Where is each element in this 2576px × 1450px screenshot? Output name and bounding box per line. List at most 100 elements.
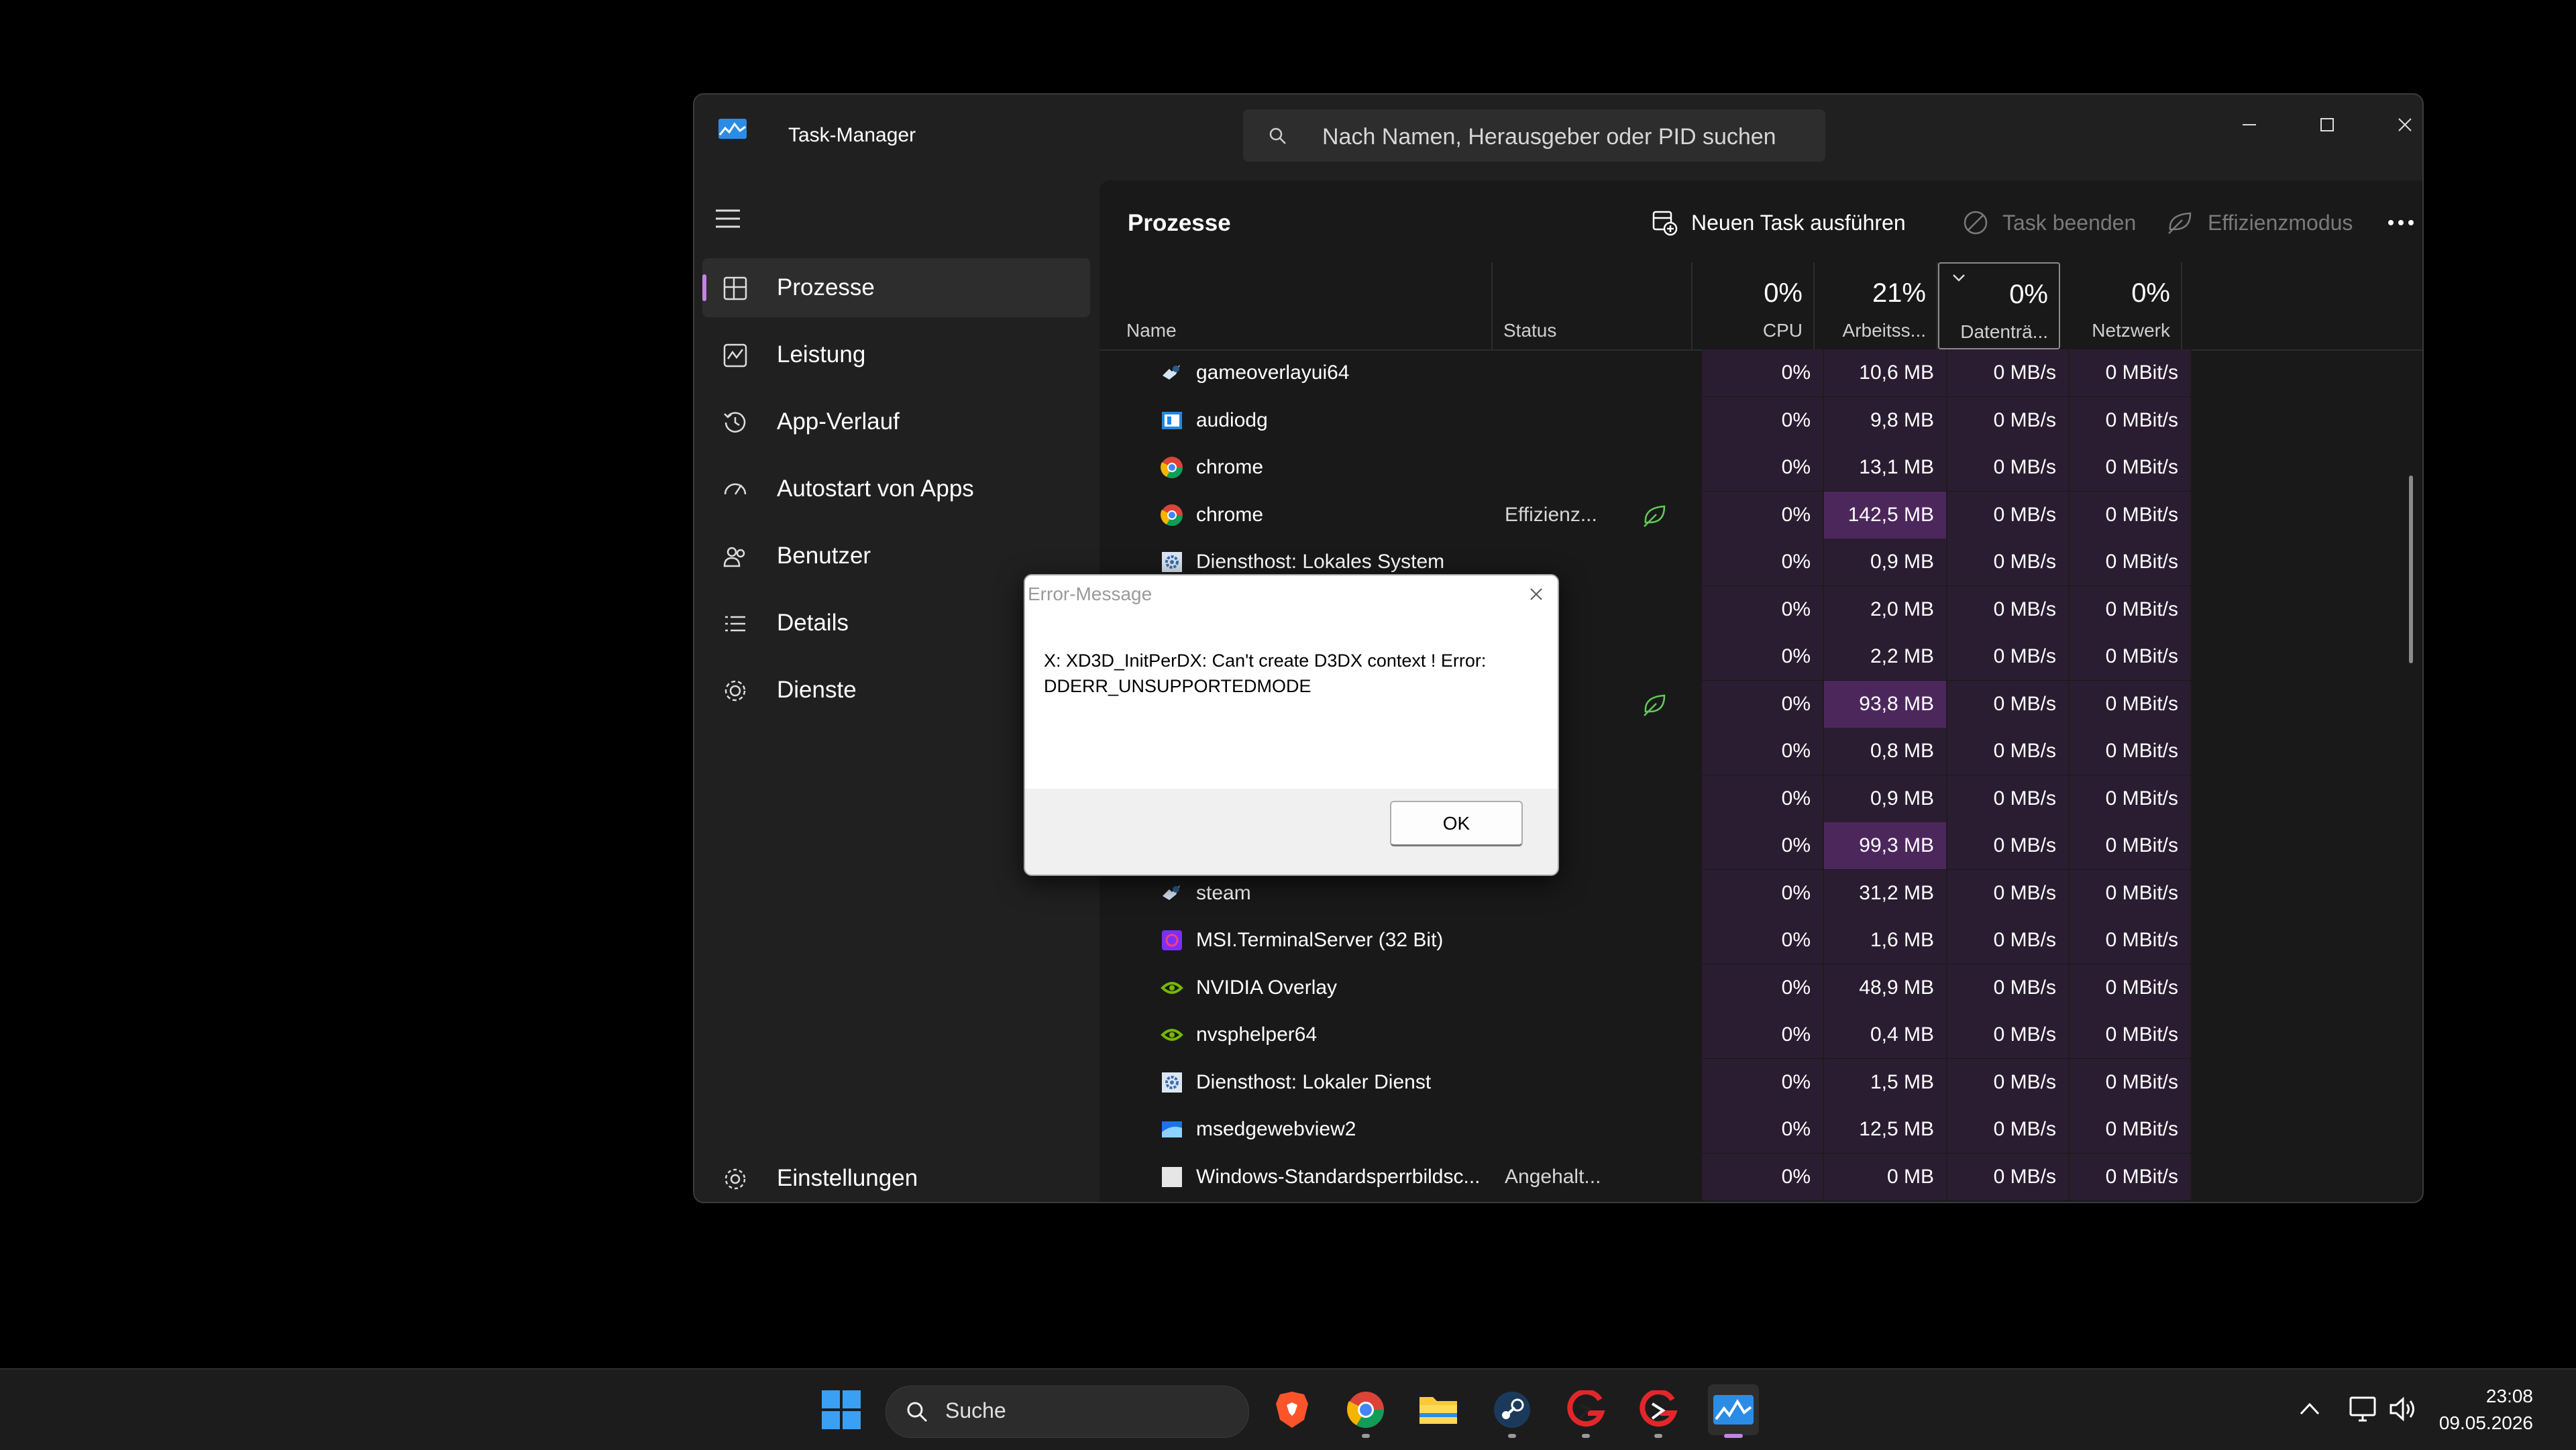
memory-value: 1,5 MB (1824, 1058, 1947, 1106)
disk-value: 0 MB/s (1947, 349, 2070, 396)
minimize-button[interactable] (2229, 108, 2269, 142)
efficiency-leaf-icon (1642, 502, 1668, 529)
task-manager-icon (1713, 1395, 1754, 1425)
end-task-button[interactable]: Task beenden (1962, 206, 2136, 239)
dialog-title-bar: Error-Message (1025, 575, 1558, 613)
minimize-icon (2243, 124, 2256, 125)
nvidia-process-icon (1160, 976, 1184, 1000)
vertical-scrollbar[interactable] (2409, 476, 2413, 663)
column-header-memory[interactable]: 21% Arbeitss... (1815, 262, 1938, 349)
running-indicator (1362, 1434, 1370, 1438)
close-button[interactable] (2385, 108, 2422, 142)
sidebar-item-startup-apps[interactable]: Autostart von Apps (702, 459, 1090, 518)
memory-value: 13,1 MB (1824, 444, 1947, 491)
taskbar-steam[interactable] (1487, 1384, 1538, 1438)
taskbar-file-explorer[interactable] (1413, 1384, 1464, 1435)
memory-value: 1,6 MB (1824, 917, 1947, 964)
new-task-button[interactable]: Neuen Task ausführen (1651, 206, 1906, 239)
taskbar-app-g-white[interactable] (1633, 1384, 1684, 1438)
cpu-value: 0% (1702, 1106, 1824, 1153)
network-value: 0 MBit/s (2070, 444, 2192, 491)
column-header-cpu[interactable]: 0% CPU (1693, 262, 1815, 349)
gear-process-icon (1160, 1070, 1184, 1095)
table-row[interactable]: msedgewebview2 0% 12,5 MB 0 MB/s 0 MBit/s (1099, 1106, 2422, 1153)
running-indicator (1582, 1434, 1590, 1438)
network-value: 0 MBit/s (2070, 728, 2192, 775)
services-icon (724, 680, 746, 702)
column-header-network[interactable]: 0% Netzwerk (2060, 262, 2182, 349)
column-header-status[interactable]: Status (1493, 262, 1693, 349)
close-icon (2398, 118, 2412, 131)
table-row[interactable]: NVIDIA Overlay 0% 48,9 MB 0 MB/s 0 MBit/s (1099, 964, 2422, 1011)
table-row[interactable]: Diensthost: Lokaler Dienst 0% 1,5 MB 0 MB/s… (1099, 1058, 2422, 1106)
memory-value: 142,5 MB (1824, 491, 1947, 539)
cpu-value: 0% (1702, 822, 1824, 869)
app-title: Task-Manager (788, 124, 916, 146)
process-status (1505, 870, 1699, 917)
memory-value: 10,6 MB (1824, 349, 1947, 396)
ok-button[interactable]: OK (1390, 801, 1523, 846)
cpu-value: 0% (1702, 680, 1824, 728)
taskbar-brave[interactable] (1267, 1384, 1318, 1435)
process-search-input[interactable]: Nach Namen, Herausgeber oder PID suchen (1243, 109, 1825, 162)
taskbar-app-g-red[interactable] (1560, 1384, 1611, 1438)
network-monitor-icon[interactable] (2348, 1395, 2379, 1423)
table-row[interactable]: chrome Effizienz... 0% 142,5 MB 0 MB/s 0 MBit… (1099, 491, 2422, 539)
network-value: 0 MBit/s (2070, 585, 2192, 633)
process-status: Angehalt... (1505, 1165, 1601, 1188)
sidebar-item-settings[interactable]: Einstellungen (702, 1149, 1090, 1202)
network-value: 0 MBit/s (2070, 396, 2192, 444)
new-task-label: Neuen Task ausführen (1691, 210, 1906, 235)
network-value: 0 MBit/s (2070, 822, 2192, 869)
cpu-value: 0% (1702, 1153, 1824, 1201)
table-row[interactable]: gameoverlayui64 0% 10,6 MB 0 MB/s 0 MBit/s (1099, 349, 2422, 396)
cpu-value: 0% (1702, 775, 1824, 822)
more-options-button[interactable] (2387, 206, 2422, 239)
system-clock[interactable]: 23:08 09.05.2026 (2439, 1383, 2533, 1437)
chevron-up-icon[interactable] (2298, 1400, 2321, 1416)
network-value: 0 MBit/s (2070, 964, 2192, 1011)
clock-date: 09.05.2026 (2438, 1412, 2533, 1433)
table-row[interactable]: chrome 0% 13,1 MB 0 MB/s 0 MBit/s (1099, 444, 2422, 491)
steam-icon (1494, 1392, 1530, 1428)
sidebar-item-processes[interactable]: Prozesse (702, 258, 1090, 317)
table-row[interactable]: steam 0% 31,2 MB 0 MB/s 0 MBit/s (1099, 869, 2422, 917)
network-value: 0 MBit/s (2070, 869, 2192, 917)
volume-icon[interactable] (2388, 1396, 2416, 1422)
hamburger-menu-icon[interactable] (714, 209, 741, 229)
disk-value: 0 MB/s (1947, 917, 2070, 964)
end-task-label: Task beenden (2002, 210, 2137, 235)
process-status (1505, 397, 1699, 444)
maximize-button[interactable] (2307, 108, 2347, 142)
taskbar-task-manager[interactable] (1708, 1384, 1759, 1438)
active-app-indicator (1724, 1434, 1743, 1438)
task-manager-app-icon (718, 119, 747, 139)
table-row[interactable]: nvsphelper64 0% 0,4 MB 0 MB/s 0 MBit/s (1099, 1011, 2422, 1058)
network-value: 0 MBit/s (2070, 1106, 2192, 1153)
column-header-name[interactable]: Name (1099, 262, 1493, 349)
table-row[interactable]: MSI.TerminalServer (32 Bit) 0% 1,6 MB 0 MB/… (1099, 917, 2422, 964)
taskbar-search[interactable]: Suche (885, 1386, 1249, 1438)
sidebar-item-label: Autostart von Apps (777, 476, 974, 502)
memory-value: 31,2 MB (1824, 869, 1947, 917)
memory-value: 0,9 MB (1824, 775, 1947, 822)
sidebar-item-app-history[interactable]: App-Verlauf (702, 392, 1090, 451)
column-header-disk[interactable]: 0% Datenträ... (1938, 262, 2060, 349)
settings-label: Einstellungen (777, 1165, 918, 1191)
sidebar-item-performance[interactable]: Leistung (702, 325, 1090, 384)
title-bar: Task-Manager Nach Namen, Herausgeber ode… (694, 95, 2422, 168)
white-process-icon (1160, 1165, 1184, 1189)
start-button[interactable] (816, 1384, 867, 1435)
sidebar-item-label: Dienste (777, 677, 857, 703)
cpu-value: 0% (1702, 444, 1824, 491)
taskbar-chrome[interactable] (1340, 1384, 1391, 1438)
table-row[interactable]: audiodg 0% 9,8 MB 0 MB/s 0 MBit/s (1099, 396, 2422, 444)
efficiency-mode-button[interactable]: Effizienzmodus (2166, 206, 2353, 239)
cpu-value: 0% (1702, 539, 1824, 585)
disk-value: 0 MB/s (1947, 1011, 2070, 1058)
table-header: Name Status 0% CPU 21% Arbeitss... 0% Da… (1099, 262, 2422, 351)
disk-value: 0 MB/s (1947, 396, 2070, 444)
dialog-close-icon[interactable] (1524, 582, 1548, 606)
network-value: 0 MBit/s (2070, 1011, 2192, 1058)
table-row[interactable]: Windows-Standardsperrbildsc... Angehalt..… (1099, 1153, 2422, 1201)
